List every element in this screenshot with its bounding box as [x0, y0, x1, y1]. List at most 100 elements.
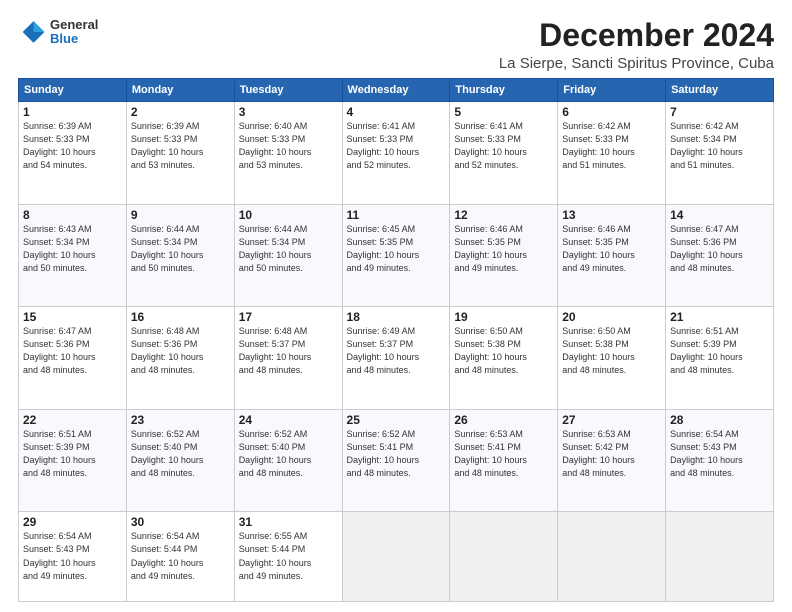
- day-number: 15: [23, 310, 122, 324]
- table-row: 9Sunrise: 6:44 AMSunset: 5:34 PMDaylight…: [126, 204, 234, 307]
- day-info: Sunrise: 6:40 AMSunset: 5:33 PMDaylight:…: [239, 120, 338, 172]
- day-number: 30: [131, 515, 230, 529]
- table-row: 5Sunrise: 6:41 AMSunset: 5:33 PMDaylight…: [450, 102, 558, 205]
- day-number: 7: [670, 105, 769, 119]
- logo-icon: [18, 18, 46, 46]
- day-number: 22: [23, 413, 122, 427]
- month-title: December 2024: [499, 18, 774, 53]
- day-number: 20: [562, 310, 661, 324]
- day-number: 29: [23, 515, 122, 529]
- location-title: La Sierpe, Sancti Spiritus Province, Cub…: [499, 55, 774, 72]
- table-row: 18Sunrise: 6:49 AMSunset: 5:37 PMDayligh…: [342, 307, 450, 410]
- day-number: 26: [454, 413, 553, 427]
- day-number: 4: [347, 105, 446, 119]
- table-row: [666, 512, 774, 602]
- day-info: Sunrise: 6:54 AMSunset: 5:43 PMDaylight:…: [23, 530, 122, 582]
- table-row: 15Sunrise: 6:47 AMSunset: 5:36 PMDayligh…: [19, 307, 127, 410]
- day-info: Sunrise: 6:52 AMSunset: 5:40 PMDaylight:…: [131, 428, 230, 480]
- day-number: 6: [562, 105, 661, 119]
- title-block: December 2024 La Sierpe, Sancti Spiritus…: [499, 18, 774, 72]
- header: General Blue December 2024 La Sierpe, Sa…: [18, 18, 774, 72]
- day-info: Sunrise: 6:46 AMSunset: 5:35 PMDaylight:…: [562, 223, 661, 275]
- table-row: 22Sunrise: 6:51 AMSunset: 5:39 PMDayligh…: [19, 409, 127, 512]
- day-info: Sunrise: 6:54 AMSunset: 5:43 PMDaylight:…: [670, 428, 769, 480]
- day-number: 8: [23, 208, 122, 222]
- day-info: Sunrise: 6:43 AMSunset: 5:34 PMDaylight:…: [23, 223, 122, 275]
- day-number: 17: [239, 310, 338, 324]
- table-row: 19Sunrise: 6:50 AMSunset: 5:38 PMDayligh…: [450, 307, 558, 410]
- day-info: Sunrise: 6:49 AMSunset: 5:37 PMDaylight:…: [347, 325, 446, 377]
- day-info: Sunrise: 6:52 AMSunset: 5:41 PMDaylight:…: [347, 428, 446, 480]
- day-number: 13: [562, 208, 661, 222]
- day-info: Sunrise: 6:55 AMSunset: 5:44 PMDaylight:…: [239, 530, 338, 582]
- day-info: Sunrise: 6:48 AMSunset: 5:36 PMDaylight:…: [131, 325, 230, 377]
- table-row: 10Sunrise: 6:44 AMSunset: 5:34 PMDayligh…: [234, 204, 342, 307]
- day-number: 9: [131, 208, 230, 222]
- calendar-table: Sunday Monday Tuesday Wednesday Thursday…: [18, 78, 774, 602]
- day-info: Sunrise: 6:44 AMSunset: 5:34 PMDaylight:…: [131, 223, 230, 275]
- day-info: Sunrise: 6:42 AMSunset: 5:34 PMDaylight:…: [670, 120, 769, 172]
- day-number: 24: [239, 413, 338, 427]
- header-thursday: Thursday: [450, 79, 558, 102]
- table-row: 3Sunrise: 6:40 AMSunset: 5:33 PMDaylight…: [234, 102, 342, 205]
- table-row: 7Sunrise: 6:42 AMSunset: 5:34 PMDaylight…: [666, 102, 774, 205]
- day-number: 28: [670, 413, 769, 427]
- logo-general: General: [50, 18, 98, 32]
- table-row: 21Sunrise: 6:51 AMSunset: 5:39 PMDayligh…: [666, 307, 774, 410]
- day-info: Sunrise: 6:39 AMSunset: 5:33 PMDaylight:…: [131, 120, 230, 172]
- table-row: 26Sunrise: 6:53 AMSunset: 5:41 PMDayligh…: [450, 409, 558, 512]
- day-number: 21: [670, 310, 769, 324]
- page: General Blue December 2024 La Sierpe, Sa…: [0, 0, 792, 612]
- table-row: 6Sunrise: 6:42 AMSunset: 5:33 PMDaylight…: [558, 102, 666, 205]
- logo-blue: Blue: [50, 32, 98, 46]
- table-row: 30Sunrise: 6:54 AMSunset: 5:44 PMDayligh…: [126, 512, 234, 602]
- day-info: Sunrise: 6:53 AMSunset: 5:42 PMDaylight:…: [562, 428, 661, 480]
- day-number: 2: [131, 105, 230, 119]
- table-row: 25Sunrise: 6:52 AMSunset: 5:41 PMDayligh…: [342, 409, 450, 512]
- header-saturday: Saturday: [666, 79, 774, 102]
- table-row: 16Sunrise: 6:48 AMSunset: 5:36 PMDayligh…: [126, 307, 234, 410]
- day-number: 27: [562, 413, 661, 427]
- day-info: Sunrise: 6:41 AMSunset: 5:33 PMDaylight:…: [347, 120, 446, 172]
- table-row: 12Sunrise: 6:46 AMSunset: 5:35 PMDayligh…: [450, 204, 558, 307]
- table-row: 20Sunrise: 6:50 AMSunset: 5:38 PMDayligh…: [558, 307, 666, 410]
- table-row: 14Sunrise: 6:47 AMSunset: 5:36 PMDayligh…: [666, 204, 774, 307]
- day-number: 1: [23, 105, 122, 119]
- table-row: 1Sunrise: 6:39 AMSunset: 5:33 PMDaylight…: [19, 102, 127, 205]
- header-sunday: Sunday: [19, 79, 127, 102]
- day-number: 19: [454, 310, 553, 324]
- day-info: Sunrise: 6:39 AMSunset: 5:33 PMDaylight:…: [23, 120, 122, 172]
- day-info: Sunrise: 6:44 AMSunset: 5:34 PMDaylight:…: [239, 223, 338, 275]
- table-row: 28Sunrise: 6:54 AMSunset: 5:43 PMDayligh…: [666, 409, 774, 512]
- header-wednesday: Wednesday: [342, 79, 450, 102]
- day-info: Sunrise: 6:50 AMSunset: 5:38 PMDaylight:…: [562, 325, 661, 377]
- day-number: 14: [670, 208, 769, 222]
- table-row: 2Sunrise: 6:39 AMSunset: 5:33 PMDaylight…: [126, 102, 234, 205]
- day-number: 23: [131, 413, 230, 427]
- table-row: 11Sunrise: 6:45 AMSunset: 5:35 PMDayligh…: [342, 204, 450, 307]
- header-tuesday: Tuesday: [234, 79, 342, 102]
- day-info: Sunrise: 6:42 AMSunset: 5:33 PMDaylight:…: [562, 120, 661, 172]
- day-info: Sunrise: 6:47 AMSunset: 5:36 PMDaylight:…: [670, 223, 769, 275]
- day-number: 16: [131, 310, 230, 324]
- day-number: 31: [239, 515, 338, 529]
- day-number: 12: [454, 208, 553, 222]
- day-info: Sunrise: 6:47 AMSunset: 5:36 PMDaylight:…: [23, 325, 122, 377]
- table-row: 24Sunrise: 6:52 AMSunset: 5:40 PMDayligh…: [234, 409, 342, 512]
- day-number: 5: [454, 105, 553, 119]
- day-number: 25: [347, 413, 446, 427]
- table-row: 8Sunrise: 6:43 AMSunset: 5:34 PMDaylight…: [19, 204, 127, 307]
- table-row: 31Sunrise: 6:55 AMSunset: 5:44 PMDayligh…: [234, 512, 342, 602]
- day-info: Sunrise: 6:51 AMSunset: 5:39 PMDaylight:…: [670, 325, 769, 377]
- day-number: 18: [347, 310, 446, 324]
- day-number: 3: [239, 105, 338, 119]
- day-info: Sunrise: 6:41 AMSunset: 5:33 PMDaylight:…: [454, 120, 553, 172]
- day-number: 11: [347, 208, 446, 222]
- table-row: 17Sunrise: 6:48 AMSunset: 5:37 PMDayligh…: [234, 307, 342, 410]
- table-row: [342, 512, 450, 602]
- header-friday: Friday: [558, 79, 666, 102]
- table-row: 4Sunrise: 6:41 AMSunset: 5:33 PMDaylight…: [342, 102, 450, 205]
- day-info: Sunrise: 6:46 AMSunset: 5:35 PMDaylight:…: [454, 223, 553, 275]
- day-info: Sunrise: 6:50 AMSunset: 5:38 PMDaylight:…: [454, 325, 553, 377]
- day-number: 10: [239, 208, 338, 222]
